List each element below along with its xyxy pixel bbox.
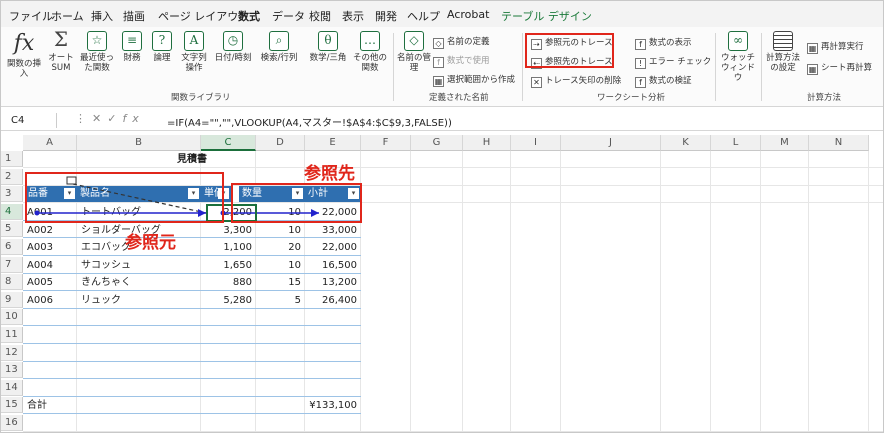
dependent-annotation: 参照先	[304, 164, 355, 184]
precedent-annotation: 参照元	[125, 233, 176, 253]
excel-window: ファイル ホーム 挿入 描画 ページ レイアウト 数式 データ 校閲 表示 開発…	[0, 0, 884, 433]
highlight-box	[231, 183, 362, 223]
highlight-box	[25, 172, 224, 223]
